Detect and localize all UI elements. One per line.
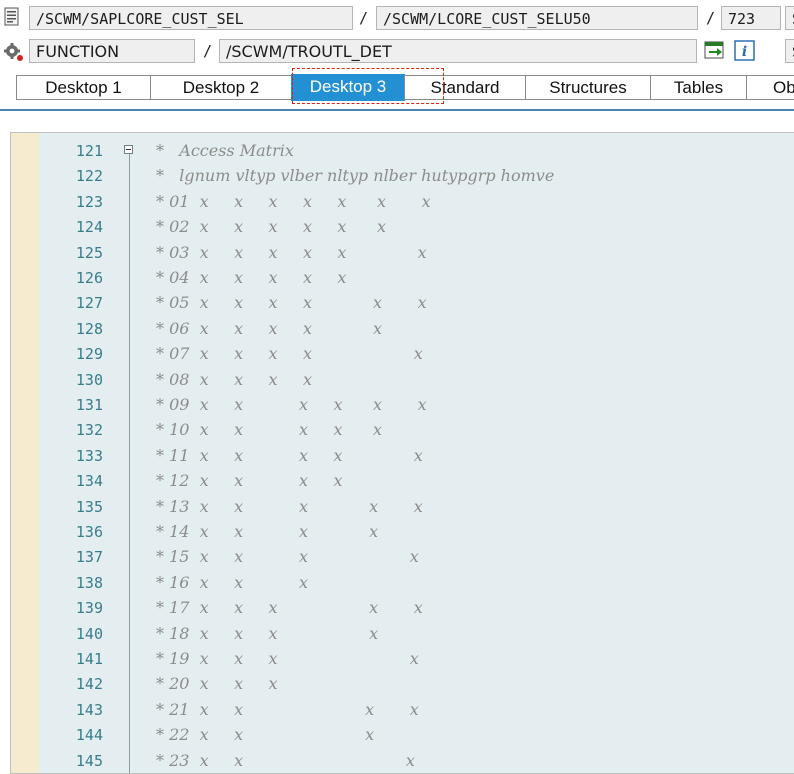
svg-text:i: i [742,44,747,60]
line-number: 122 [75,167,103,186]
code-line[interactable]: * 03 x x x x x x [156,243,427,263]
info-icon[interactable]: i [734,40,756,62]
line-number: 135 [75,497,103,516]
tab-divider [0,109,794,111]
line-number: 129 [75,345,103,364]
code-line[interactable]: * Access Matrix [156,141,294,161]
code-line[interactable]: * 23 x x x [156,751,415,771]
line-number: 133 [75,446,103,465]
line-number: 123 [75,192,103,211]
separator-slash: / [203,42,213,60]
line-number: 137 [75,548,103,567]
line-number: 128 [75,319,103,338]
tab-focus-frame [292,68,444,104]
line-number: 144 [75,726,103,745]
line-number: 126 [75,269,103,287]
tab-objects[interactable]: Ob [746,75,794,100]
line-number: 139 [75,599,103,618]
tab-structures[interactable]: Structures [525,75,651,100]
code-line[interactable]: * 17 x x x x x [156,598,423,618]
tab-desktop-2[interactable]: Desktop 2 [150,75,292,100]
code-line[interactable]: * 21 x x x x [156,700,419,720]
collapse-block-icon[interactable] [124,145,133,154]
fold-column [113,133,141,773]
separator-slash: / [359,9,369,27]
code-line[interactable]: * 13 x x x x x [156,497,423,517]
code-line[interactable]: * 14 x x x x [156,522,378,542]
code-line[interactable]: * 15 x x x x [156,547,419,567]
code-line[interactable]: * 06 x x x x x [156,319,382,339]
code-line[interactable]: * lgnum vltyp vlber nltyp nlber hutypgrp… [156,166,554,186]
code-line[interactable]: * 19 x x x x [156,649,419,669]
line-number: 131 [75,396,103,414]
include-icon [4,7,20,27]
code-line[interactable]: * 07 x x x x x [156,344,423,364]
line-number: 142 [75,675,103,694]
line-number: 145 [75,751,103,770]
separator-slash: / [706,9,716,27]
code-line[interactable]: * 09 x x x x x x [156,395,427,415]
line-number: 121 [75,142,103,160]
code-line[interactable]: * 01 x x x x x x x [156,192,431,212]
include-field[interactable]: /SCWM/LCORE_CUST_SELU50 [376,6,698,30]
line-number: 125 [75,243,103,262]
line-number-field[interactable]: 723 [721,6,781,30]
line-number: 143 [75,700,103,719]
line-number: 130 [75,370,103,389]
breakpoint-gutter[interactable] [11,133,39,773]
program-field[interactable]: /SCWM/SAPLCORE_CUST_SEL [29,6,353,30]
code-line[interactable]: * 05 x x x x x x [156,293,427,313]
line-number: 134 [75,472,103,491]
object-type-field[interactable]: FUNCTION [29,39,195,63]
code-line[interactable]: * 16 x x x [156,573,308,593]
code-line[interactable]: * 22 x x x [156,725,374,745]
line-number: 127 [75,294,103,313]
status-field[interactable]: S [785,6,794,30]
fold-guide [129,153,130,773]
function-name-field[interactable]: /SCWM/TROUTL_DET [219,39,697,63]
code-line[interactable]: * 04 x x x x x [156,268,346,288]
tab-tables[interactable]: Tables [650,75,747,100]
code-line[interactable]: * 02 x x x x x x [156,217,386,237]
code-editor[interactable]: 121 * Access Matrix 122 * lgnum vltyp vlber… [10,132,794,774]
tab-desktop-1[interactable]: Desktop 1 [16,75,151,100]
code-line[interactable]: * 18 x x x x [156,624,378,644]
status-field-2[interactable]: S [785,39,794,63]
line-number: 140 [75,624,103,643]
gear-icon [3,41,25,63]
line-number: 136 [75,523,103,541]
line-number: 132 [75,421,103,440]
code-line[interactable]: * 08 x x x x [156,370,312,390]
line-number: 138 [75,573,103,592]
line-number: 141 [75,650,103,668]
line-number: 124 [75,218,103,237]
code-line[interactable]: * 20 x x x [156,674,278,694]
code-line[interactable]: * 11 x x x x x [156,446,423,466]
code-line[interactable]: * 12 x x x x [156,471,343,491]
code-line[interactable]: * 10 x x x x x [156,420,382,440]
display-object-list-icon[interactable] [703,40,727,62]
